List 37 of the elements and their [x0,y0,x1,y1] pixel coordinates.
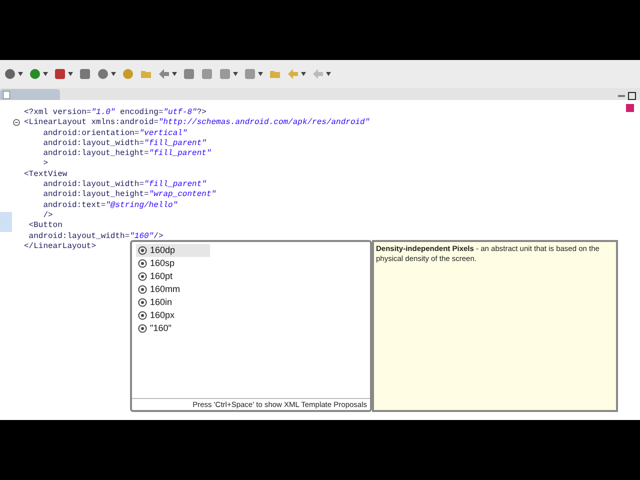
dropdown-caret-icon[interactable] [18,72,23,76]
code-line: <Button [28,221,62,232]
code-line: > [42,159,48,170]
code-line: </LinearLayout> [24,242,96,252]
fold-icon[interactable] [13,119,20,126]
proposal-item[interactable]: 160dp [136,244,210,257]
code-line: android:text="@string/hello" [42,200,178,211]
code-line: android:layout_height="fill_parent" [42,149,212,160]
dropdown-caret-icon[interactable] [258,72,263,76]
code-line: android:layout_width="160"/> [28,232,164,242]
proposal-item[interactable]: 160mm [136,283,210,296]
dropdown-caret-icon[interactable] [172,72,177,76]
code-line: <LinearLayout xmlns:android="http://schemas.android.com/apk/res/android" [24,118,370,129]
dropdown-caret-icon[interactable] [326,72,331,76]
dropdown-caret-icon[interactable] [111,72,116,76]
dropdown-caret-icon[interactable] [233,72,238,76]
proposal-item[interactable]: 160pt [136,270,210,283]
code-line: android:layout_width="fill_parent" [42,180,206,190]
proposal-item[interactable]: 160in [136,296,210,309]
proposal-item[interactable]: 160sp [136,257,210,270]
dropdown-caret-icon[interactable] [68,72,73,76]
dropdown-caret-icon[interactable] [301,72,306,76]
proposal-item[interactable]: "160" [136,322,210,335]
code-line: android:layout_height="wrap_content" [42,190,216,201]
line-highlight [0,212,12,232]
dropdown-caret-icon[interactable] [43,72,48,76]
code-line: android:orientation="vertical" [42,128,188,139]
code-line: <?xml version="1.0" encoding="utf-8"?> [24,108,206,118]
overview-marker-icon [626,104,634,112]
editor-tab[interactable] [0,89,60,100]
code-line: <TextView [24,170,68,180]
code-line: /> [42,210,53,222]
run-icon[interactable] [29,68,41,80]
maximize-icon[interactable] [628,92,636,100]
proposal-item[interactable]: 160px [136,309,210,322]
code-line: android:layout_width="fill_parent" [42,138,206,149]
minimize-icon[interactable] [618,94,625,98]
